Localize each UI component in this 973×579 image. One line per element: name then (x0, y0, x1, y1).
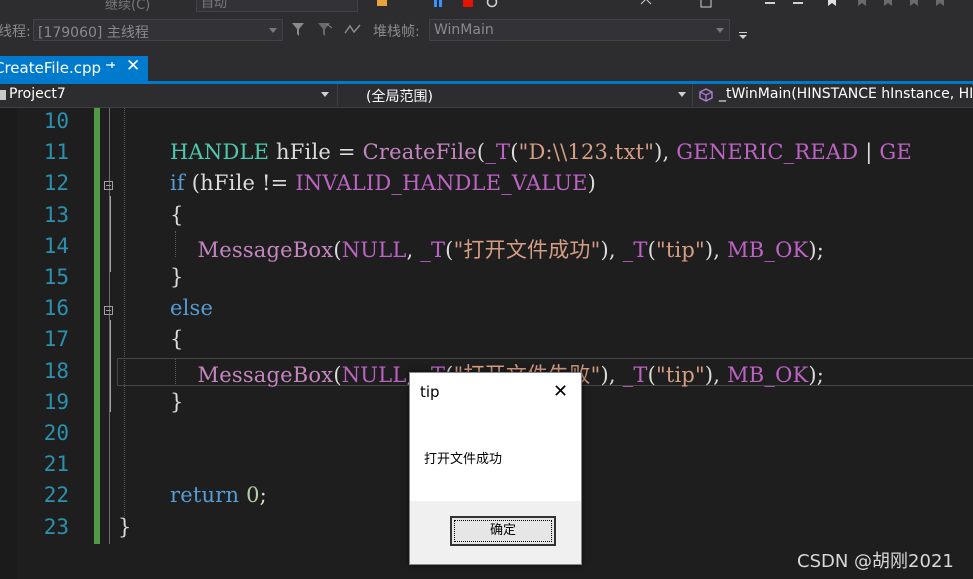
auto-combo-value: 自动 (201, 0, 228, 11)
chevron-down-icon (678, 92, 686, 97)
auto-combo[interactable]: 自动 (196, 0, 358, 12)
function-value: _tWinMain(HINSTANCE hInstance, HINSTANCE (719, 86, 973, 102)
filter-icon[interactable] (291, 22, 305, 38)
dialog-footer: 确定 (410, 501, 581, 564)
code-text: { (170, 202, 184, 227)
debug-target-icon[interactable] (376, 0, 388, 10)
chevron-down-icon (269, 28, 277, 33)
line-number: 16 (43, 296, 69, 321)
line-number: 12 (43, 171, 69, 196)
pin-icon[interactable] (104, 59, 116, 75)
comment-icon[interactable] (764, 0, 776, 10)
stack-icon[interactable] (700, 0, 712, 10)
thread-value: [179060] 主线程 (38, 25, 149, 41)
code-line[interactable]: 14 MessageBox(NULL, _T("打开文件成功"), _T("ti… (0, 233, 973, 264)
debug-location-toolbar: 线程: [179060] 主线程 堆栈帧: WinMain (0, 13, 973, 50)
next-bookmark-icon[interactable] (882, 0, 894, 10)
code-line[interactable]: 16 else (0, 295, 973, 326)
code-line[interactable]: 17 { (0, 326, 973, 357)
tab-title: CreateFile.cpp (0, 59, 101, 77)
code-line[interactable]: 15} (0, 264, 973, 295)
line-number: 15 (43, 265, 69, 289)
code-line[interactable]: 11 HANDLE hFile = CreateFile(_T("D:\\123.… (0, 139, 973, 170)
project-value: Project7 (9, 86, 66, 102)
tab-createfile-cpp[interactable]: CreateFile.cpp ✕ (0, 56, 148, 81)
restart-icon[interactable] (486, 0, 498, 10)
pause-icon[interactable] (432, 0, 444, 10)
code-text: MessageBox(NULL, _T("打开文件成功"), _T("tip")… (197, 237, 825, 262)
chevron-down-icon (321, 92, 329, 97)
line-number: 14 (43, 233, 69, 258)
code-text: if (hFile != INVALID_HANDLE_VALUE) (170, 171, 597, 196)
thread-combo[interactable]: [179060] 主线程 (33, 19, 283, 41)
function-combo[interactable]: _tWinMain(HINSTANCE hInstance, HINSTANCE (693, 84, 973, 106)
line-number: 11 (43, 140, 69, 165)
line-number: 10 (43, 109, 69, 133)
stop-icon[interactable] (462, 0, 474, 10)
message-box-dialog: tip ✕ 打开文件成功 确定 (409, 372, 582, 565)
line-number: 13 (43, 202, 69, 227)
project-icon (0, 90, 6, 100)
clear-bookmarks-icon[interactable] (934, 0, 946, 10)
line-number: 20 (43, 421, 69, 445)
code-line[interactable]: 13 { (0, 202, 973, 233)
line-number: 19 (43, 389, 69, 414)
dialog-message: 打开文件成功 (424, 452, 503, 467)
continue-button-label[interactable]: 继续(C) (105, 0, 150, 13)
stack-frame-value: WinMain (434, 22, 494, 38)
debug-toolbar-top: 继续(C) 自动 (0, 0, 973, 13)
code-text: } (170, 265, 184, 289)
next-bookmark-folder-icon[interactable] (908, 0, 920, 10)
code-text: else (170, 296, 214, 321)
close-icon[interactable]: ✕ (126, 56, 140, 76)
toolbar-overflow-icon[interactable] (738, 31, 748, 41)
code-text: HANDLE hFile = CreateFile(_T("D:\\123.tx… (170, 140, 912, 165)
stack-frame-combo[interactable]: WinMain (429, 19, 730, 41)
bookmark-icon[interactable] (826, 0, 838, 10)
code-text: } (170, 389, 184, 414)
code-line[interactable]: 12 if (hFile != INVALID_HANDLE_VALUE) (0, 170, 973, 201)
close-icon[interactable]: ✕ (553, 381, 568, 402)
scope-value: (全局范围) (366, 89, 433, 105)
line-number: 21 (43, 452, 69, 477)
hex-display-icon[interactable] (640, 0, 652, 10)
flag-thread-icon[interactable] (317, 22, 333, 38)
line-number: 23 (43, 514, 69, 539)
watermark: CSDN @胡刚2021 (797, 551, 954, 572)
thread-label: 线程: (0, 24, 31, 40)
show-threads-icon[interactable] (344, 23, 362, 37)
code-text: } (118, 514, 132, 539)
dialog-title: tip (420, 383, 440, 401)
code-text: return 0; (170, 483, 267, 508)
stack-frame-label: 堆栈帧: (373, 24, 420, 40)
ok-button[interactable]: 确定 (450, 516, 556, 546)
scope-combo[interactable]: (全局范围) (338, 84, 690, 106)
function-cube-icon (699, 88, 713, 102)
project-combo[interactable]: Project7 (0, 84, 335, 106)
code-line[interactable]: 10 (0, 108, 973, 139)
chevron-down-icon (716, 28, 724, 33)
line-number: 17 (43, 327, 69, 352)
prev-bookmark-icon[interactable] (856, 0, 868, 10)
uncomment-icon[interactable] (792, 0, 804, 10)
line-number: 22 (43, 483, 69, 508)
line-number: 18 (43, 358, 69, 383)
navigation-bar: Project7 (全局范围) _tWinMain(HINSTANCE hIns… (0, 84, 973, 108)
document-tab-row: CreateFile.cpp ✕ (0, 50, 973, 81)
code-text: { (170, 327, 184, 352)
